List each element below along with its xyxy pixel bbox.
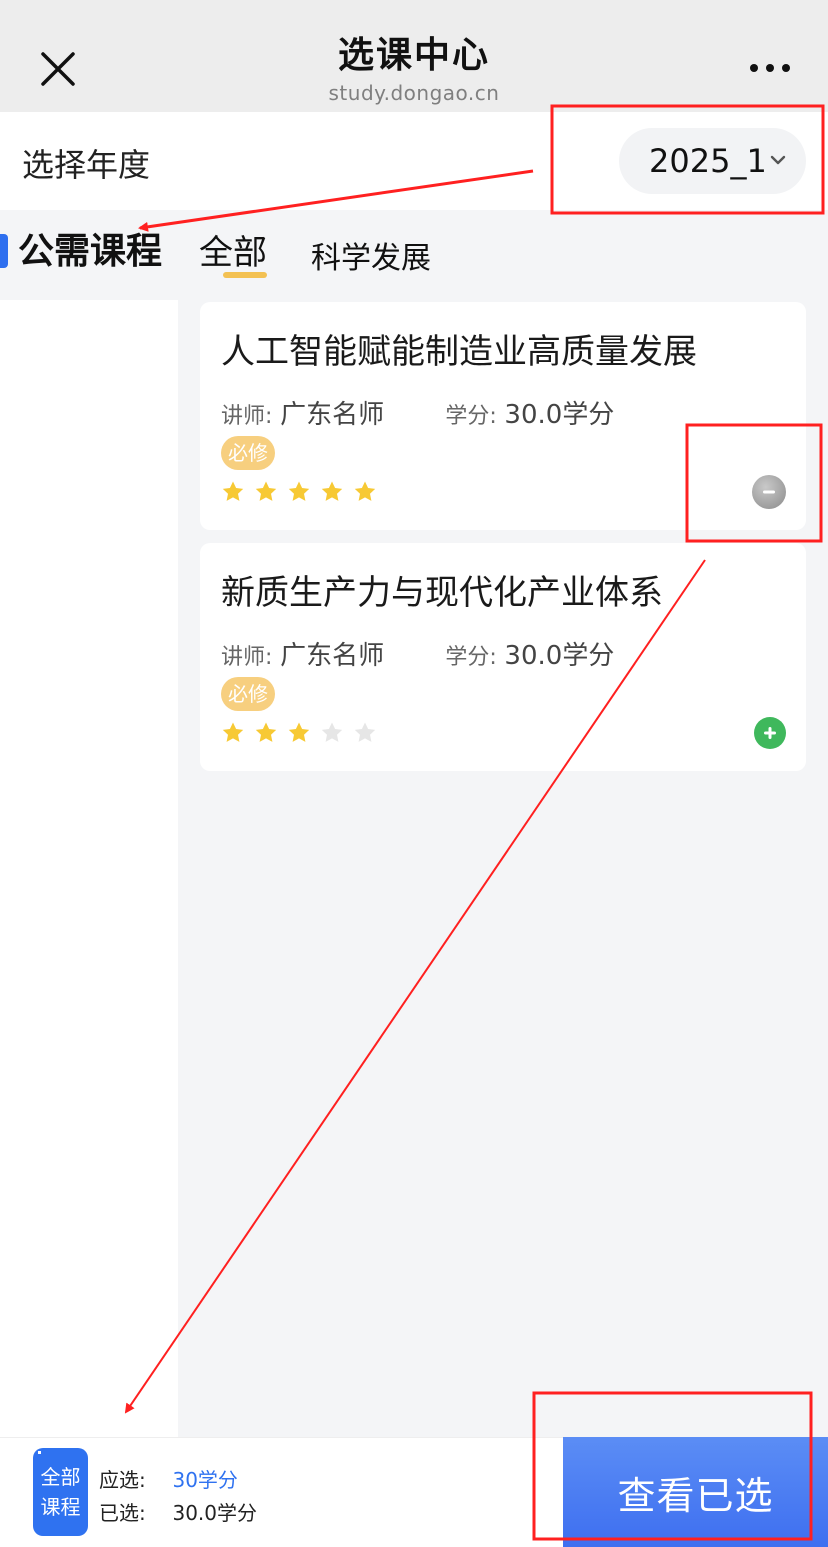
course-title: 新质生产力与现代化产业体系 (221, 573, 663, 613)
left-category-column (0, 300, 178, 1437)
selected-credits-value: 30.0学分 (172, 1501, 257, 1525)
teacher-name: 广东名师 (280, 641, 385, 671)
plus-icon (764, 727, 776, 739)
required-credits: 应选: 30学分 (99, 1464, 238, 1493)
course-meta: 讲师: 广东名师 学分: 30.0学分 (221, 394, 614, 431)
required-credits-label: 应选: (99, 1468, 146, 1492)
year-label: 选择年度 (22, 146, 151, 184)
star-filled-icon (321, 481, 343, 501)
more-dots-icon (750, 64, 758, 72)
more-dot (766, 64, 774, 72)
more-button[interactable] (742, 52, 798, 84)
all-courses-badge[interactable]: 全部 课程 (33, 1448, 88, 1536)
tab-science-development[interactable]: 科学发展 (311, 236, 431, 282)
star-filled-icon (255, 722, 277, 742)
required-tag: 必修 (221, 677, 275, 711)
course-card[interactable]: 人工智能赋能制造业高质量发展 讲师: 广东名师 学分: 30.0学分 必修 (200, 302, 806, 530)
star-filled-icon (288, 481, 310, 501)
tab-all-label: 全部 (199, 233, 267, 273)
star-filled-icon (255, 481, 277, 501)
star-filled-icon (222, 481, 244, 501)
year-select-value: 2025_1 (649, 142, 767, 180)
year-select[interactable]: 2025_1 (619, 128, 806, 194)
credit-value: 30.0学分 (504, 400, 615, 430)
tab-active-underline (223, 272, 267, 278)
tab-all[interactable]: 全部 (199, 230, 267, 278)
teacher-name: 广东名师 (280, 400, 385, 430)
badge-line-1: 全部 (40, 1465, 81, 1489)
course-title: 人工智能赋能制造业高质量发展 (221, 332, 697, 372)
required-tag: 必修 (221, 436, 275, 470)
star-filled-icon (222, 722, 244, 742)
teacher-label: 讲师: (221, 645, 273, 670)
badge-line-2: 课程 (40, 1495, 81, 1519)
chevron-down-icon (770, 155, 786, 165)
course-meta: 讲师: 广东名师 学分: 30.0学分 (221, 635, 614, 672)
teacher-label: 讲师: (221, 404, 273, 429)
rating-stars (221, 480, 377, 504)
star-filled-icon (288, 722, 310, 742)
rating-stars (221, 721, 377, 745)
remove-course-button[interactable] (752, 475, 786, 509)
credit-label: 学分: (445, 404, 497, 429)
view-selected-button[interactable]: 查看已选 (563, 1437, 828, 1547)
minus-icon (763, 490, 775, 494)
category-indicator (0, 234, 8, 268)
page-title: 选课中心 (337, 35, 490, 76)
page-domain: study.dongao.cn (328, 81, 500, 105)
selected-credits-label: 已选: (99, 1501, 146, 1525)
title-block: 选课中心 study.dongao.cn (0, 30, 828, 104)
credit-label: 学分: (445, 645, 497, 670)
selected-credits: 已选: 30.0学分 (99, 1497, 257, 1526)
credit-value: 30.0学分 (504, 641, 615, 671)
star-filled-icon (354, 481, 376, 501)
badge-dot (38, 1451, 41, 1454)
star-empty-icon (354, 722, 376, 742)
required-credits-value: 30学分 (172, 1468, 238, 1492)
add-course-button[interactable] (754, 717, 786, 749)
course-card[interactable]: 新质生产力与现代化产业体系 讲师: 广东名师 学分: 30.0学分 必修 (200, 543, 806, 771)
more-dot (782, 64, 790, 72)
category-title[interactable]: 公需课程 (18, 226, 162, 278)
star-empty-icon (321, 722, 343, 742)
